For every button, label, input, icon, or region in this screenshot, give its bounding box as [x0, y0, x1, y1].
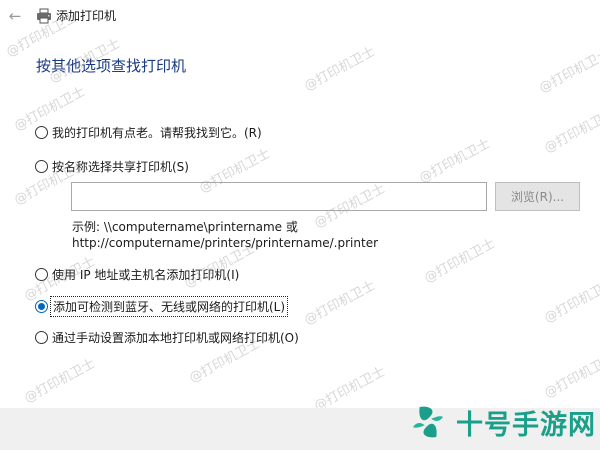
watermark: @打印机卫士 [311, 364, 388, 415]
option-bluetooth-wireless[interactable]: 添加可检测到蓝牙、无线或网络的打印机(L) [35, 295, 289, 317]
option-label: 按名称选择共享打印机(S) [52, 159, 189, 174]
example-text-line1: 示例: \\computername\printername 或 [72, 220, 298, 234]
watermark: @打印机卫士 [21, 356, 98, 407]
radio-button[interactable] [35, 125, 48, 139]
option-label: 通过手动设置添加本地打印机或网络打印机(O) [52, 330, 299, 345]
option-old-printer[interactable]: 我的打印机有点老。请帮我找到它。(R) [35, 123, 262, 141]
shared-printer-name-input[interactable] [71, 182, 487, 211]
watermark: @打印机卫士 [301, 44, 378, 95]
printer-icon [37, 8, 51, 24]
watermark: @打印机卫士 [416, 136, 493, 187]
site-logo: 十号手游网 [408, 396, 596, 448]
radio-button-selected[interactable] [35, 299, 48, 313]
add-printer-window: ← 添加打印机 按其他选项查找打印机 我的打印机有点老。请帮我找到它。(R) 按… [0, 0, 600, 450]
radio-button[interactable] [35, 267, 48, 281]
window-title: 添加打印机 [56, 9, 117, 23]
option-manual-setup[interactable]: 通过手动设置添加本地打印机或网络打印机(O) [35, 328, 299, 346]
option-label: 我的打印机有点老。请帮我找到它。(R) [52, 125, 262, 140]
title-bar: ← 添加打印机 [0, 0, 600, 32]
radio-button[interactable] [35, 330, 48, 344]
logo-text: 十号手游网 [456, 409, 596, 441]
option-label: 使用 IP 地址或主机名添加打印机(I) [52, 267, 240, 282]
option-ip-address[interactable]: 使用 IP 地址或主机名添加打印机(I) [35, 265, 239, 283]
watermark: @打印机卫士 [541, 276, 600, 327]
watermark: @打印机卫士 [421, 236, 498, 287]
watermark: @打印机卫士 [541, 106, 600, 157]
back-arrow-icon[interactable]: ← [4, 6, 26, 26]
example-text-line2: http://computername/printers/printername… [72, 236, 379, 250]
watermark: @打印机卫士 [541, 351, 600, 402]
option-shared-printer[interactable]: 按名称选择共享打印机(S) [35, 157, 189, 175]
option-label: 添加可检测到蓝牙、无线或网络的打印机(L) [49, 295, 289, 317]
watermark: @打印机卫士 [536, 46, 600, 97]
radio-button[interactable] [35, 159, 48, 173]
leaf-logo-icon [413, 406, 443, 438]
browse-button[interactable]: 浏览(R)... [495, 182, 580, 211]
page-heading: 按其他选项查找打印机 [36, 57, 187, 75]
watermark: @打印机卫士 [301, 278, 378, 329]
